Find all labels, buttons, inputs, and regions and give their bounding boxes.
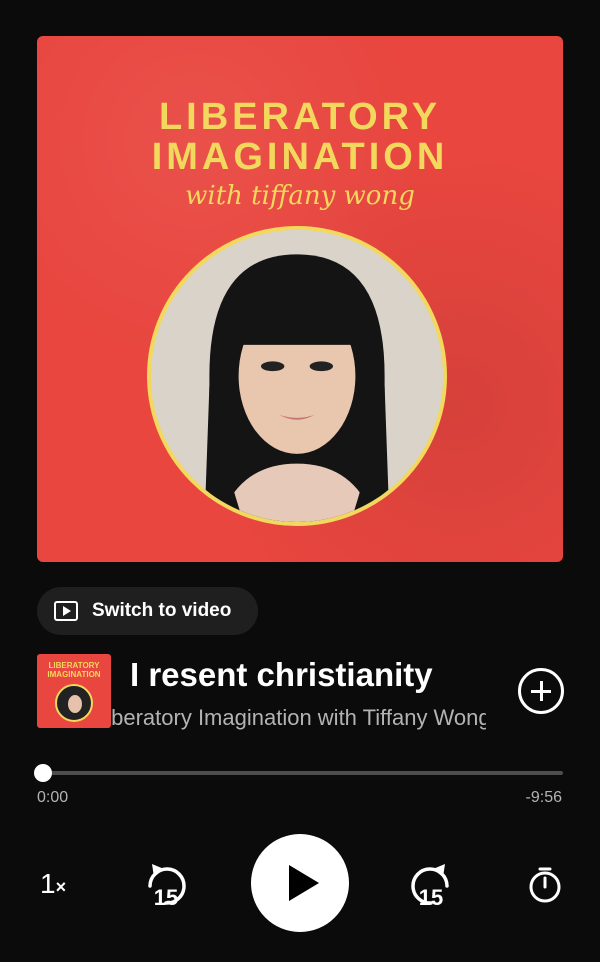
switch-to-video-label: Switch to video <box>92 600 232 621</box>
podcast-cover-art: LIBERATORY IMAGINATION with tiffany wong <box>37 36 563 562</box>
cover-subtitle: with tiffany wong <box>185 181 415 211</box>
show-name-marquee[interactable]: Liberatory Imagination with Tiffany Wong <box>111 705 486 731</box>
cover-title-line1: LIBERATORY <box>158 96 442 138</box>
playback-speed-button[interactable]: 1× <box>40 868 66 900</box>
speed-suffix: × <box>55 877 67 897</box>
forward-seconds: 15 <box>419 885 443 910</box>
thumbnail-title-line2: IMAGINATION <box>47 670 101 679</box>
forward-15-icon[interactable]: 15 <box>403 858 459 914</box>
episode-thumbnail[interactable]: LIBERATORY IMAGINATION <box>37 654 111 728</box>
speed-value: 1 <box>40 868 56 899</box>
cover-title-line2: IMAGINATION <box>151 136 449 178</box>
host-portrait <box>147 226 447 526</box>
video-play-icon <box>54 601 78 621</box>
host-portrait-illustration <box>151 230 443 522</box>
rewind-seconds: 15 <box>154 885 178 910</box>
thumbnail-title-line1: LIBERATORY <box>48 661 100 670</box>
episode-title[interactable]: I resent christianity <box>130 656 433 694</box>
sleep-timer-icon[interactable] <box>526 866 564 904</box>
thumbnail-title: LIBERATORY IMAGINATION <box>37 661 111 679</box>
elapsed-time: 0:00 <box>37 789 69 806</box>
thumbnail-portrait <box>55 684 93 722</box>
rewind-15-icon[interactable]: 15 <box>138 858 194 914</box>
progress-scrubber-handle[interactable] <box>34 764 52 782</box>
playback-progress-bar[interactable] <box>34 764 563 782</box>
switch-to-video-button[interactable]: Switch to video <box>37 587 258 635</box>
show-name: Liberatory Imagination with Tiffany Wong <box>111 705 486 730</box>
remaining-time: -9:56 <box>525 789 562 806</box>
add-icon[interactable] <box>518 668 564 714</box>
play-icon[interactable] <box>251 834 349 932</box>
